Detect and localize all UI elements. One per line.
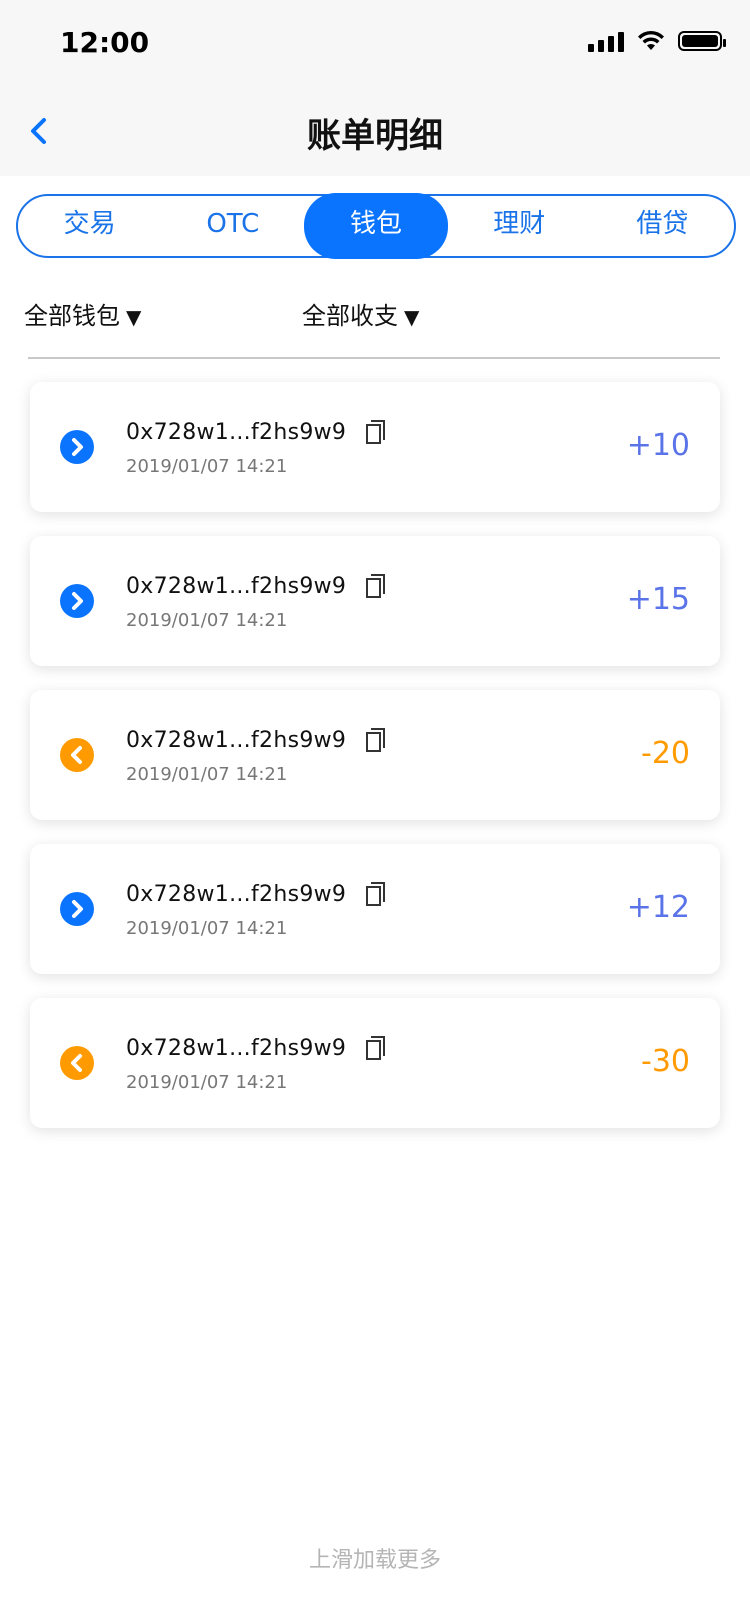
caret-down-icon: ▼ [404,305,420,329]
navigation-bar: 账单明细 [0,88,750,176]
page-title: 账单明细 [307,116,443,156]
category-tabs: 交易 OTC 钱包 理财 借贷 [16,193,736,259]
load-more-hint: 上滑加载更多 [308,1548,441,1573]
transaction-amount: -30 [641,1044,690,1079]
incoming-arrow-icon [60,584,94,618]
tab-loan[interactable]: 借贷 [591,194,734,258]
incoming-arrow-icon [60,430,94,464]
copy-icon[interactable] [364,1034,390,1062]
wifi-icon [638,30,664,50]
type-filter-label: 全部收支 [302,302,398,330]
filter-bar: 全部钱包 ▼ 全部收支 ▼ [24,296,724,340]
incoming-arrow-icon [60,892,94,926]
transaction-amount: +12 [626,890,690,925]
transaction-address: 0x728w1...f2hs9w9 [126,574,347,599]
type-filter-dropdown[interactable]: 全部收支 ▼ [302,296,419,331]
status-bar: 12:00 [0,0,750,88]
tab-finance[interactable]: 理财 [448,194,591,258]
cellular-signal-icon [588,30,624,52]
transaction-card[interactable]: 0x728w1...f2hs9w9 2019/01/07 14:21 +15 [30,536,720,666]
wallet-filter-label: 全部钱包 [24,302,120,330]
copy-icon[interactable] [364,418,390,446]
filter-divider [28,357,720,359]
transaction-date: 2019/01/07 14:21 [126,456,288,477]
transaction-date: 2019/01/07 14:21 [126,1072,288,1093]
tab-wallet[interactable]: 钱包 [304,193,448,259]
transaction-card[interactable]: 0x728w1...f2hs9w9 2019/01/07 14:21 +12 [30,844,720,974]
transaction-address: 0x728w1...f2hs9w9 [126,728,347,753]
outgoing-arrow-icon [60,738,94,772]
tab-otc[interactable]: OTC [161,194,304,258]
status-time: 12:00 [60,26,150,59]
transaction-address: 0x728w1...f2hs9w9 [126,420,347,445]
transaction-card[interactable]: 0x728w1...f2hs9w9 2019/01/07 14:21 +10 [30,382,720,512]
transaction-date: 2019/01/07 14:21 [126,764,288,785]
transaction-amount: -20 [641,736,690,771]
copy-icon[interactable] [364,880,390,908]
caret-down-icon: ▼ [126,305,142,329]
transaction-list: 0x728w1...f2hs9w9 2019/01/07 14:21 +10 0… [30,382,720,1152]
transaction-address: 0x728w1...f2hs9w9 [126,1036,347,1061]
transaction-card[interactable]: 0x728w1...f2hs9w9 2019/01/07 14:21 -30 [30,998,720,1128]
bill-details-page: 12:00 账单明细 交易 OTC 钱包 理财 借贷 全部钱包 ▼ 全部收支 ▼… [0,0,750,1624]
transaction-date: 2019/01/07 14:21 [126,918,288,939]
copy-icon[interactable] [364,726,390,754]
transaction-address: 0x728w1...f2hs9w9 [126,882,347,907]
tab-trade[interactable]: 交易 [18,194,161,258]
transaction-amount: +10 [626,428,690,463]
wallet-filter-dropdown[interactable]: 全部钱包 ▼ [24,296,141,331]
transaction-amount: +15 [626,582,690,617]
status-icons [588,30,726,52]
outgoing-arrow-icon [60,1046,94,1080]
copy-icon[interactable] [364,572,390,600]
battery-icon [678,31,726,51]
transaction-date: 2019/01/07 14:21 [126,610,288,631]
transaction-card[interactable]: 0x728w1...f2hs9w9 2019/01/07 14:21 -20 [30,690,720,820]
